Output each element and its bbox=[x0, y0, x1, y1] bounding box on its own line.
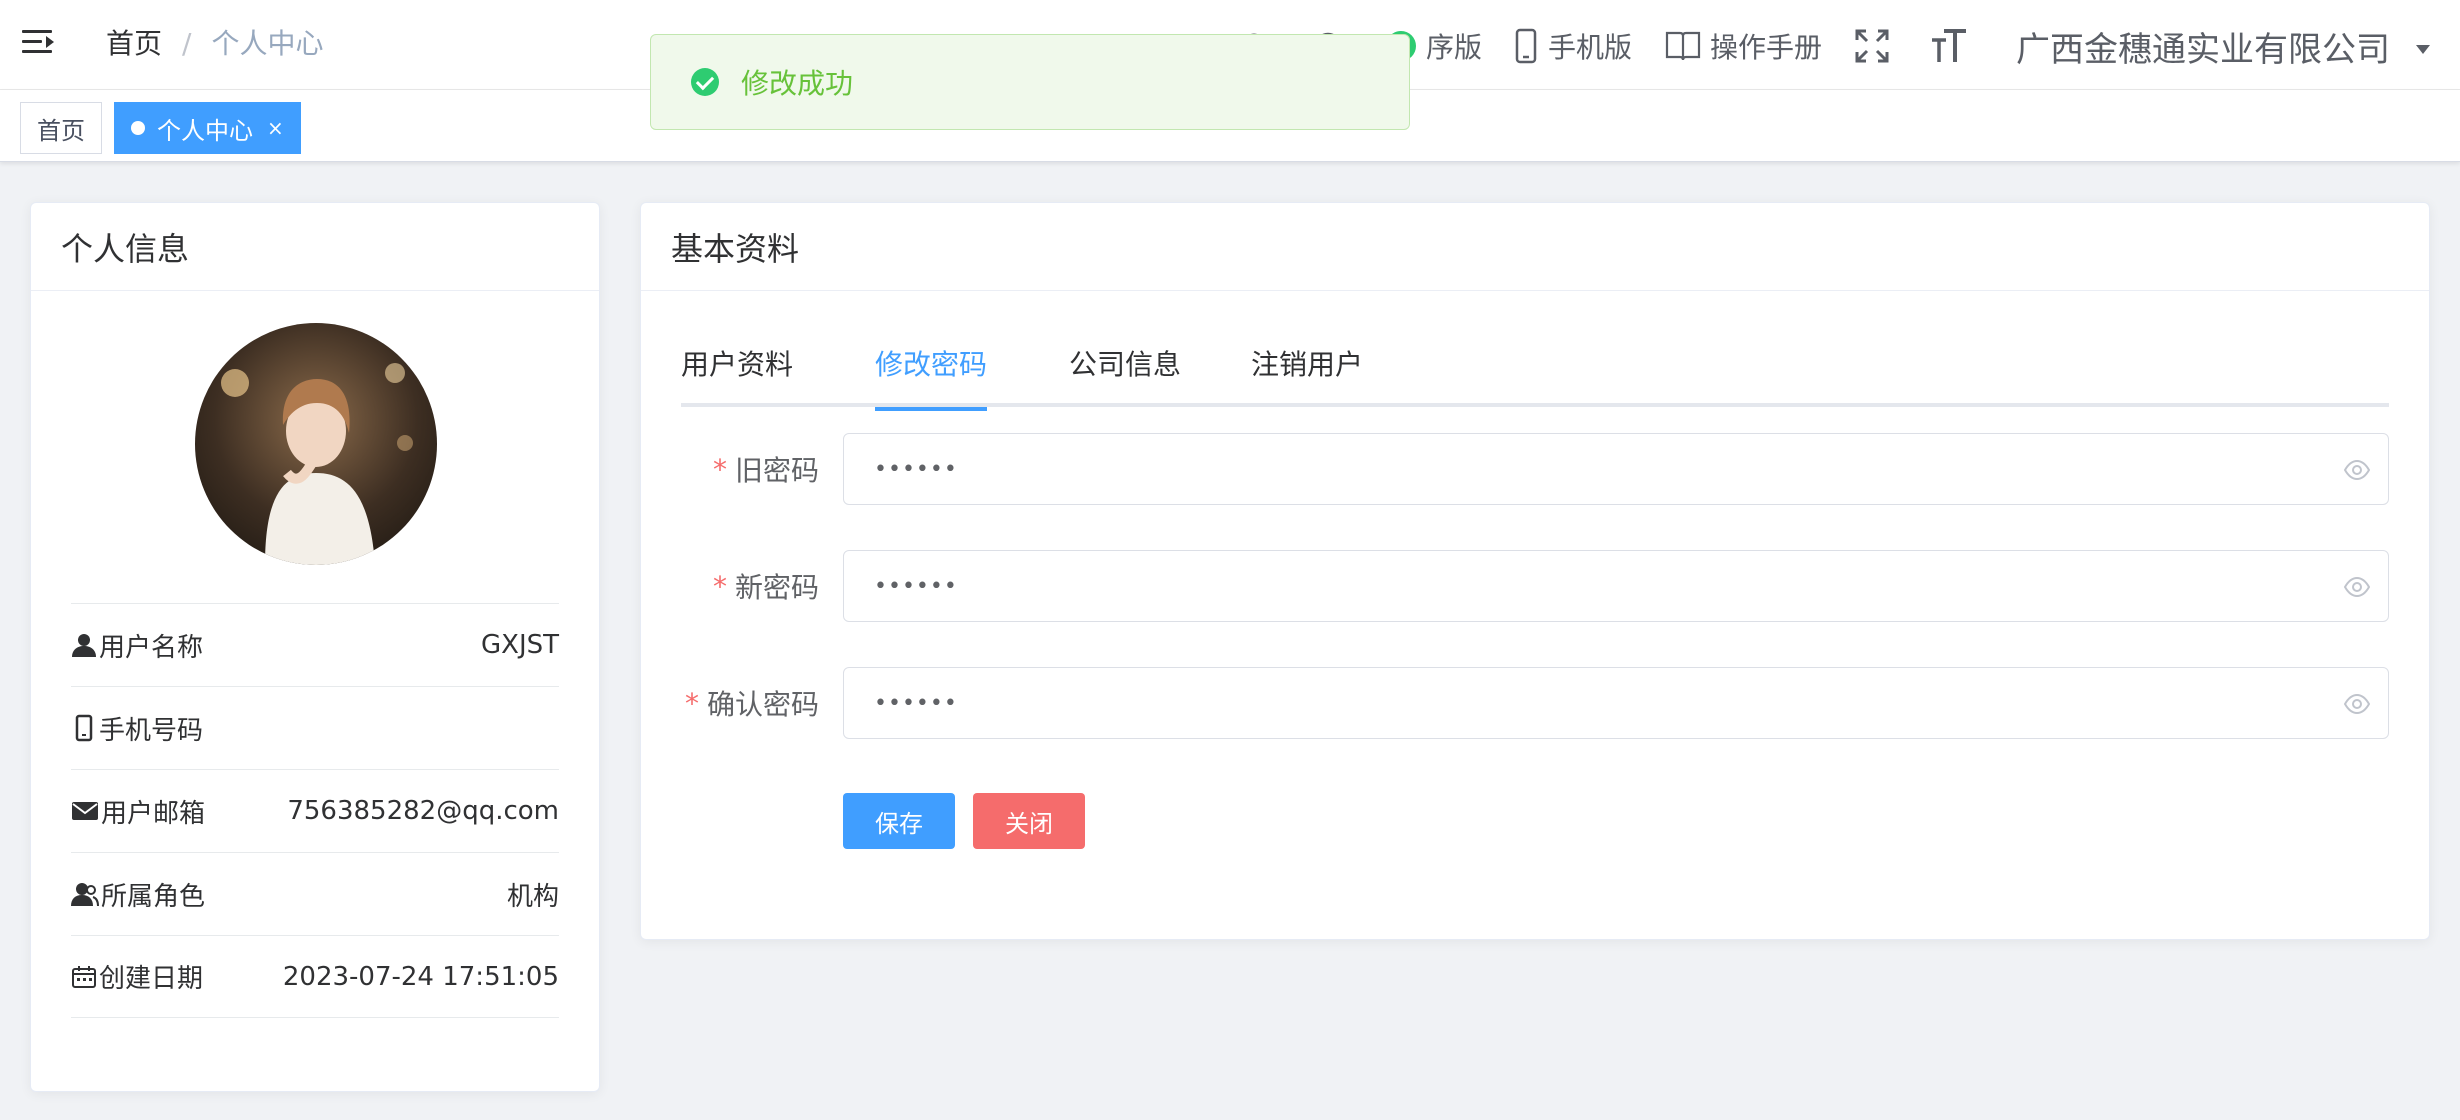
tag-home-label: 首页 bbox=[37, 116, 85, 145]
info-list: 用户名称 GXJST 手机号码 用户邮箱 756385282@qq.com 所属… bbox=[71, 603, 559, 1018]
email-icon bbox=[72, 802, 98, 820]
form-row-old-password: * 旧密码 •••••• bbox=[681, 433, 2389, 505]
new-password-label-wrap: * 新密码 bbox=[713, 550, 819, 622]
personal-info-title: 个人信息 bbox=[31, 203, 599, 291]
info-label-role: 所属角色 bbox=[101, 881, 206, 912]
info-label-username-wrap: 用户名称 bbox=[71, 627, 203, 664]
manual-item[interactable]: 操作手册 bbox=[1664, 26, 1822, 66]
caret-down-icon bbox=[2416, 44, 2430, 54]
basic-info-card: 基本资料 用户资料 修改密码 公司信息 注销用户 * 旧密码 •••••• * … bbox=[640, 202, 2430, 940]
form-row-confirm-password: * 确认密码 •••••• bbox=[681, 667, 2389, 739]
new-password-label: 新密码 bbox=[734, 571, 819, 604]
fullscreen-icon[interactable] bbox=[1854, 28, 1898, 64]
info-label-role-wrap: 所属角色 bbox=[71, 876, 205, 913]
old-password-label-wrap: * 旧密码 bbox=[713, 433, 819, 505]
info-value-role: 机构 bbox=[506, 881, 559, 912]
tab-deactivate-user[interactable]: 注销用户 bbox=[1251, 343, 1363, 407]
book-icon bbox=[1665, 31, 1701, 61]
required-mark: * bbox=[684, 686, 699, 720]
eye-icon[interactable] bbox=[2344, 458, 2370, 482]
info-value-email: 756385282@qq.com bbox=[287, 796, 559, 826]
form-row-buttons: 保存 关闭 bbox=[681, 793, 2389, 849]
font-size-icon[interactable] bbox=[1930, 28, 1976, 64]
mobile-icon bbox=[1515, 28, 1537, 64]
hamburger-menu-icon[interactable] bbox=[22, 26, 56, 60]
breadcrumb-current: 个人中心 bbox=[211, 27, 324, 60]
info-label-created: 创建日期 bbox=[99, 964, 204, 994]
new-password-input[interactable]: •••••• bbox=[843, 550, 2389, 622]
active-dot-icon bbox=[131, 121, 145, 135]
info-label-email: 用户邮箱 bbox=[101, 798, 206, 829]
confirm-password-label: 确认密码 bbox=[706, 688, 819, 721]
user-icon bbox=[72, 634, 96, 657]
tag-close-icon[interactable]: × bbox=[267, 116, 284, 140]
new-password-value: •••••• bbox=[874, 573, 958, 599]
phone-icon bbox=[75, 714, 93, 742]
tab-user-profile[interactable]: 用户资料 bbox=[681, 343, 793, 407]
eye-icon[interactable] bbox=[2344, 575, 2370, 599]
role-icon bbox=[71, 883, 99, 907]
mini-program-label: 序版 bbox=[1425, 31, 1482, 64]
info-label-email-wrap: 用户邮箱 bbox=[71, 793, 205, 830]
close-button[interactable]: 关闭 bbox=[973, 793, 1085, 849]
tag-personal-center[interactable]: 个人中心 × bbox=[114, 102, 301, 154]
old-password-input[interactable]: •••••• bbox=[843, 433, 2389, 505]
breadcrumb-separator: / bbox=[182, 27, 192, 60]
old-password-label: 旧密码 bbox=[734, 454, 819, 487]
info-value-username: GXJST bbox=[480, 630, 559, 660]
tabs: 用户资料 修改密码 公司信息 注销用户 bbox=[681, 343, 2389, 411]
info-row-created: 创建日期 2023-07-24 17:51:05 bbox=[71, 935, 559, 1018]
calendar-icon bbox=[72, 965, 96, 988]
mobile-version-item[interactable]: 手机版 bbox=[1514, 26, 1632, 66]
info-row-phone: 手机号码 bbox=[71, 686, 559, 769]
save-button[interactable]: 保存 bbox=[843, 793, 955, 849]
form-row-new-password: * 新密码 •••••• bbox=[681, 550, 2389, 622]
mobile-version-label: 手机版 bbox=[1547, 31, 1632, 64]
required-mark: * bbox=[712, 452, 727, 486]
company-name: 广西金穗通实业有限公司 bbox=[2016, 29, 2390, 70]
required-mark: * bbox=[712, 569, 727, 603]
info-row-username: 用户名称 GXJST bbox=[71, 603, 559, 686]
confirm-password-input[interactable]: •••••• bbox=[843, 667, 2389, 739]
tab-change-password[interactable]: 修改密码 bbox=[875, 343, 988, 411]
eye-icon[interactable] bbox=[2344, 692, 2370, 716]
confirm-password-value: •••••• bbox=[874, 690, 958, 716]
tab-company-info[interactable]: 公司信息 bbox=[1069, 343, 1181, 407]
manual-label: 操作手册 bbox=[1709, 31, 1822, 64]
company-dropdown[interactable]: 广西金穗通实业有限公司 bbox=[2016, 22, 2430, 71]
info-row-role: 所属角色 机构 bbox=[71, 852, 559, 935]
breadcrumb: 首页 / 个人中心 bbox=[106, 24, 323, 64]
breadcrumb-home[interactable]: 首页 bbox=[106, 24, 162, 64]
personal-info-card: 个人信息 用户名称 GXJST 手机号码 用户邮箱 756385282@qq.c… bbox=[30, 202, 600, 1092]
old-password-value: •••••• bbox=[874, 456, 958, 482]
info-value-created: 2023-07-24 17:51:05 bbox=[282, 961, 559, 992]
info-label-phone: 手机号码 bbox=[99, 715, 204, 746]
info-row-email: 用户邮箱 756385282@qq.com bbox=[71, 769, 559, 852]
success-toast: 修改成功 bbox=[650, 34, 1410, 130]
info-label-phone-wrap: 手机号码 bbox=[71, 710, 203, 747]
avatar[interactable] bbox=[195, 323, 437, 565]
info-label-created-wrap: 创建日期 bbox=[71, 958, 203, 995]
success-check-icon bbox=[691, 68, 719, 96]
basic-info-title: 基本资料 bbox=[641, 203, 2429, 291]
toast-message: 修改成功 bbox=[741, 67, 854, 100]
info-label-username: 用户名称 bbox=[99, 632, 204, 663]
confirm-password-label-wrap: * 确认密码 bbox=[685, 667, 819, 739]
tag-personal-center-label: 个人中心 bbox=[157, 116, 253, 145]
tag-home[interactable]: 首页 bbox=[20, 102, 102, 154]
